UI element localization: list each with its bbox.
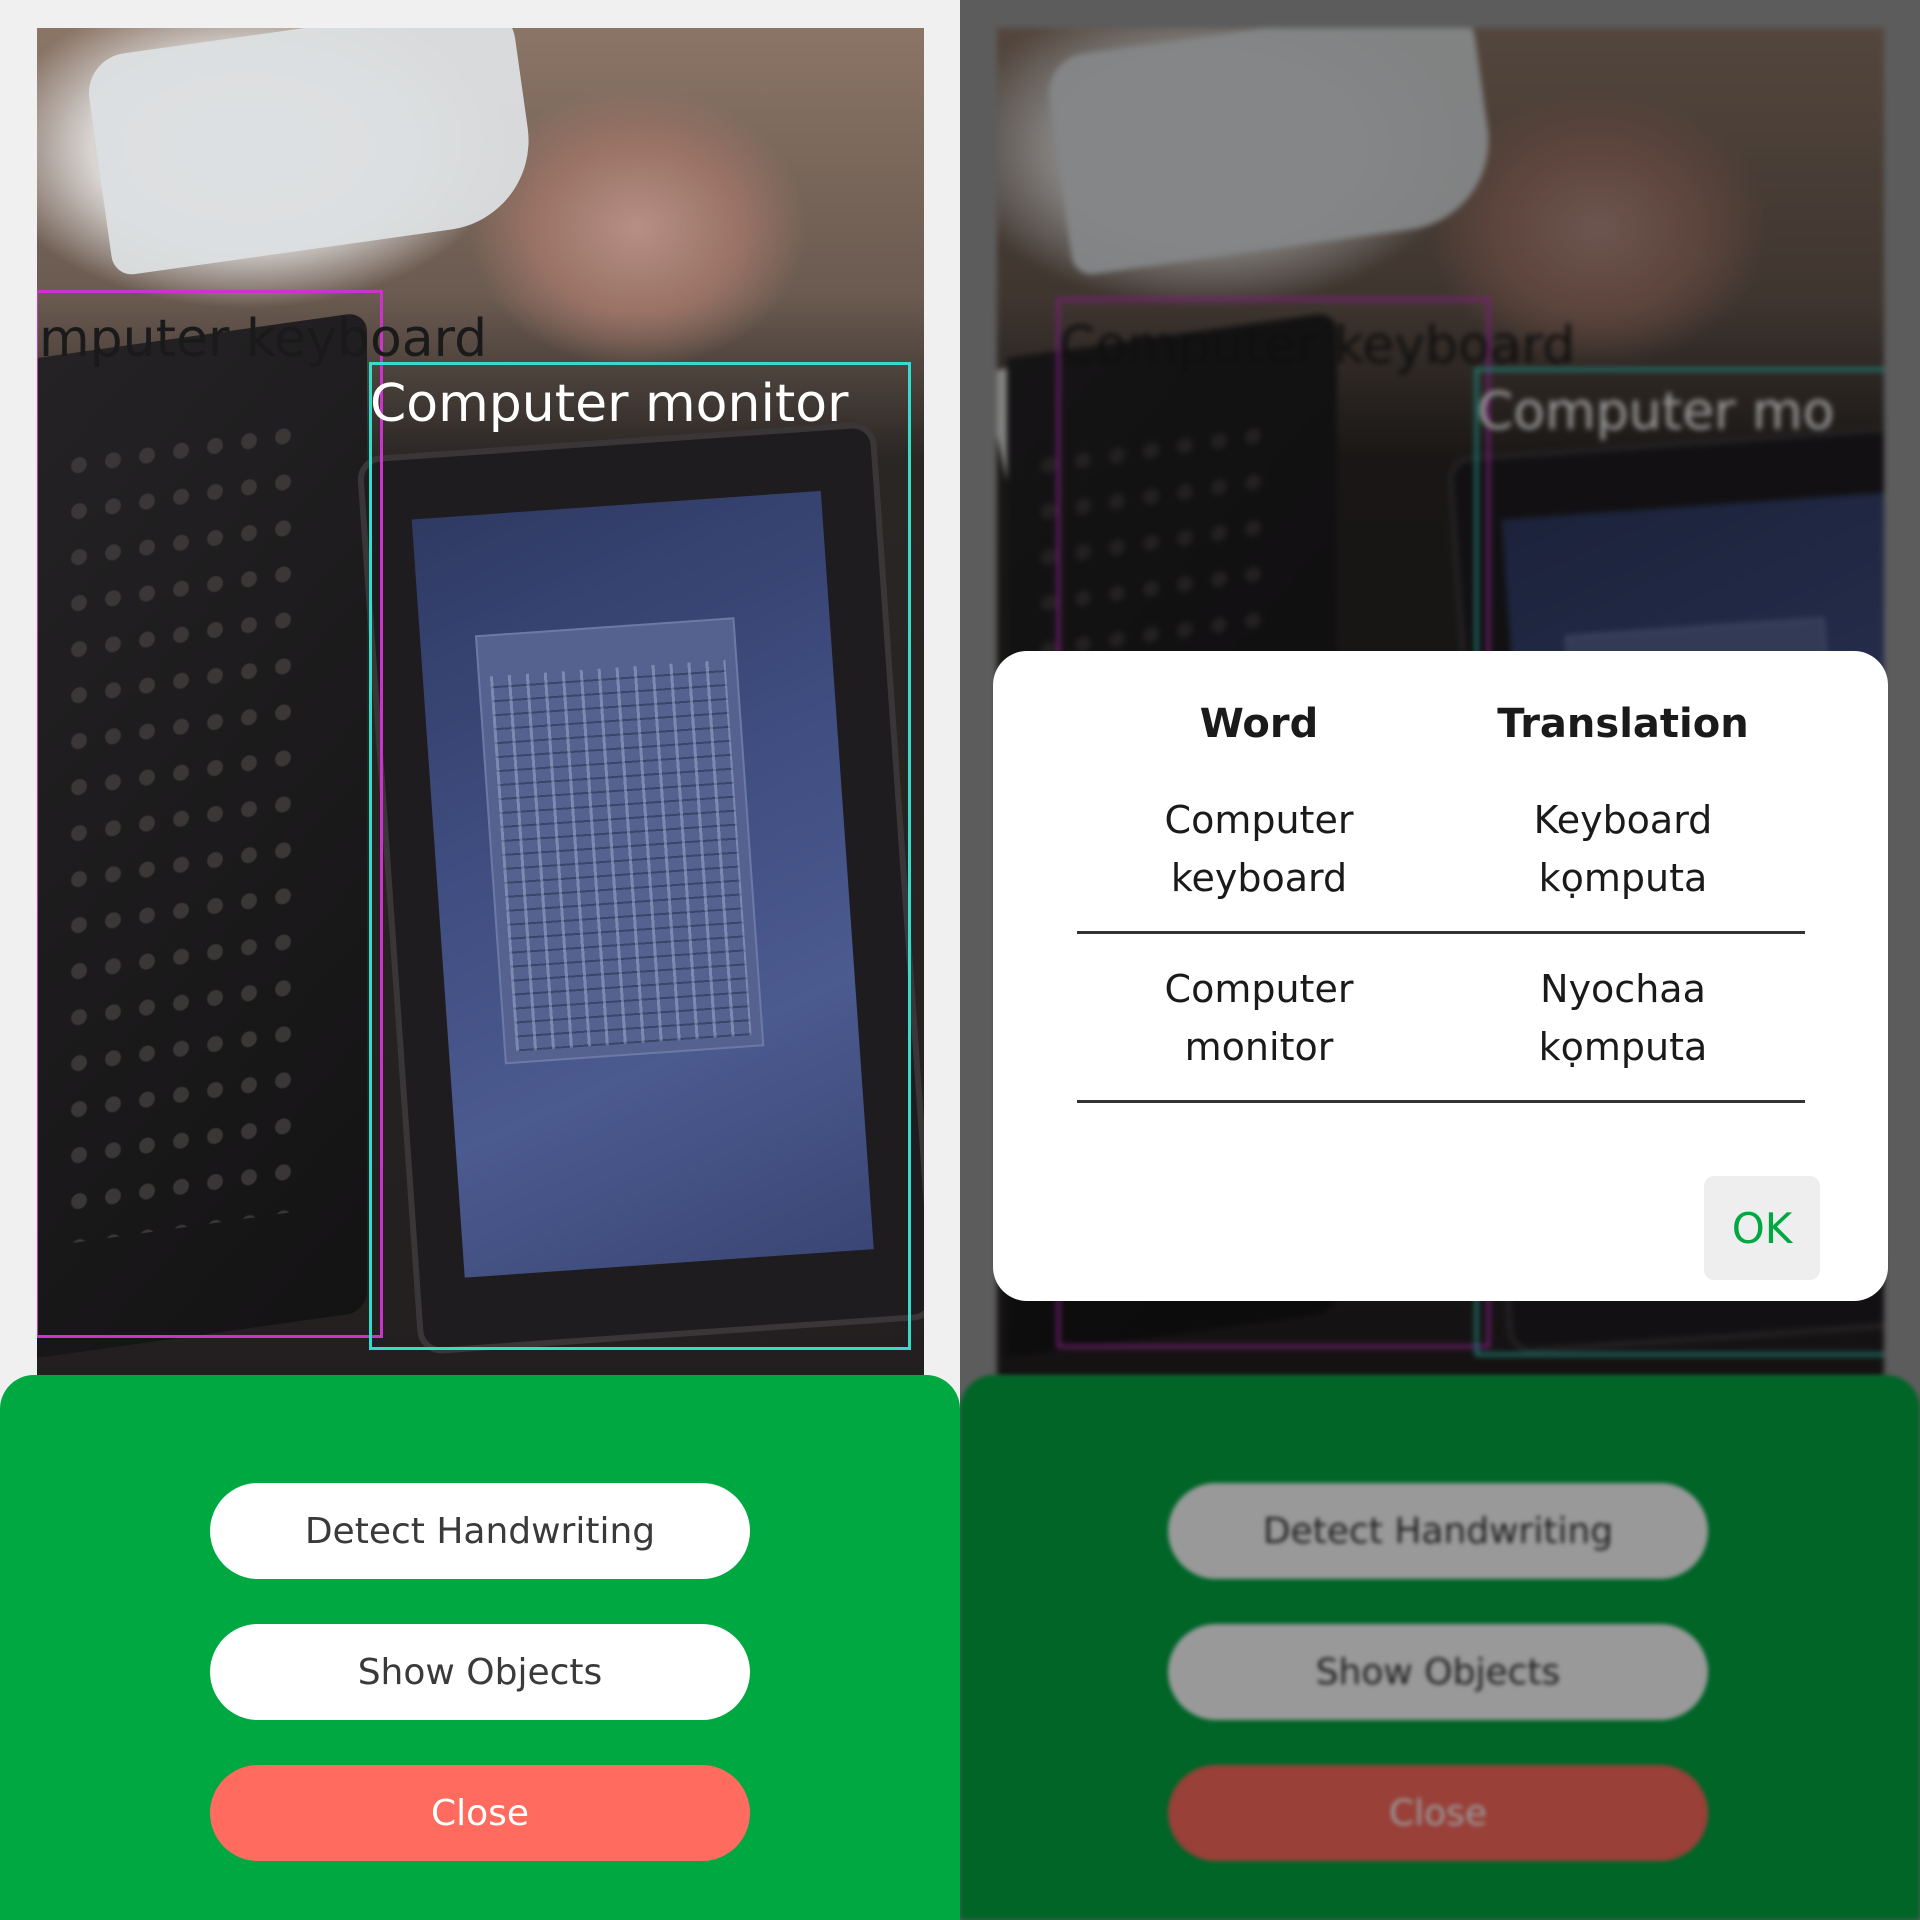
word-cell: Computer monitor <box>1164 967 1354 1069</box>
close-button[interactable]: Close <box>210 1765 750 1861</box>
table-header-row: Word Translation <box>1077 691 1805 765</box>
monitor-detection-label: Computer monitor <box>370 374 849 434</box>
table-row: Computer keyboard Keyboard kọmputa <box>1077 765 1805 934</box>
detect-handwriting-button[interactable]: Detect Handwriting <box>210 1483 750 1579</box>
camera-preview: mputer keyboard Computer monitor <box>37 28 924 1378</box>
translation-table: Word Translation Computer keyboard Keybo… <box>1077 691 1805 1103</box>
table-row: Computer monitor Nyochaa kọmputa <box>1077 934 1805 1103</box>
show-objects-button[interactable]: Show Objects <box>210 1624 750 1720</box>
ok-button[interactable]: OK <box>1704 1176 1820 1280</box>
right-screen: Computer keyboard Computer mo Detect Han… <box>960 0 1920 1920</box>
translation-cell: Keyboard kọmputa <box>1533 798 1713 900</box>
bottom-sheet: Detect Handwriting Show Objects Close <box>0 1375 960 1920</box>
keyboard-detection-label: mputer keyboard <box>39 309 488 369</box>
keyboard-detection-box <box>37 290 383 1338</box>
word-cell: Computer keyboard <box>1164 798 1354 900</box>
translation-column-header: Translation <box>1497 701 1749 747</box>
translation-cell: Nyochaa kọmputa <box>1538 967 1708 1069</box>
word-column-header: Word <box>1199 701 1319 747</box>
translation-dialog: Word Translation Computer keyboard Keybo… <box>993 651 1888 1301</box>
left-screen: mputer keyboard Computer monitor Detect … <box>0 0 960 1920</box>
monitor-detection-box <box>369 362 911 1350</box>
